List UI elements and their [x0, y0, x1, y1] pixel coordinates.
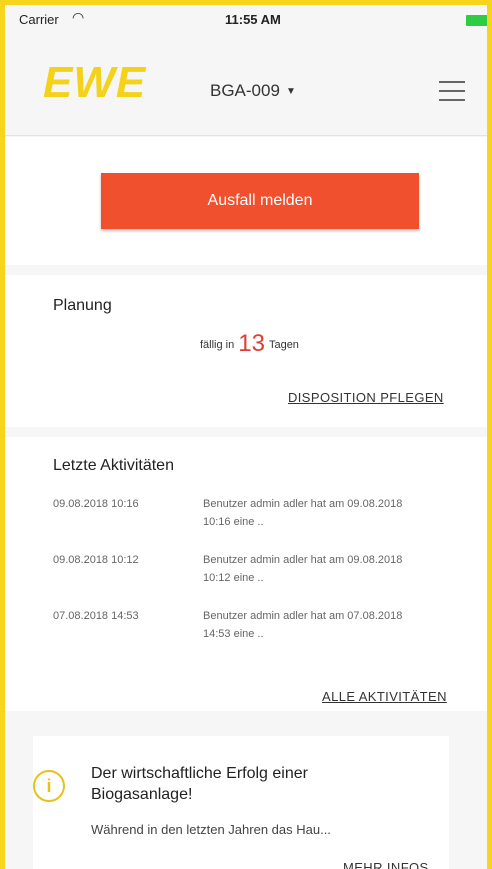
activity-date: 07.08.2018 14:53	[53, 610, 139, 622]
info-card[interactable]: i Der wirtschaftliche Erfolg einer Bioga…	[33, 736, 449, 869]
caret-down-icon: ▼	[285, 86, 296, 97]
device-selector[interactable]: BGA-009 ▼	[210, 81, 296, 101]
due-suffix: Tagen	[268, 339, 299, 351]
due-prefix: fällig in	[200, 339, 235, 351]
info-title: Der wirtschaftliche Erfolg einer Biogasa…	[91, 765, 308, 803]
activity-text[interactable]: Benutzer admin adler hat am 09.08.2018 1…	[203, 495, 413, 531]
wifi-icon: ◠	[72, 9, 85, 25]
report-failure-button[interactable]: Ausfall melden	[101, 173, 419, 229]
status-time: 11:55 AM	[225, 12, 281, 27]
all-activities-link[interactable]: ALLE AKTIVITÄTEN	[322, 689, 447, 704]
activity-text[interactable]: Benutzer admin adler hat am 09.08.2018 1…	[203, 551, 413, 587]
carrier-label: Carrier	[19, 12, 59, 27]
info-text: Während in den letzten Jahren das Hau...	[91, 822, 331, 837]
due-indicator: fällig in 13 Tagen	[200, 330, 299, 358]
status-bar: Carrier ◠ 11:55 AM	[5, 5, 487, 33]
app-header: EWE BGA-009 ▼	[5, 33, 487, 136]
report-section: Ausfall melden	[5, 137, 487, 265]
device-selector-label: BGA-009	[210, 81, 280, 100]
info-icon: i	[33, 770, 65, 802]
activity-text[interactable]: Benutzer admin adler hat am 07.08.2018 1…	[203, 607, 413, 643]
activities-card: Letzte Aktivitäten 09.08.2018 10:16 Benu…	[5, 437, 487, 711]
due-days: 13	[238, 330, 265, 357]
more-info-link[interactable]: MEHR INFOS	[343, 860, 429, 869]
battery-icon	[466, 15, 487, 26]
app-frame: Carrier ◠ 11:55 AM EWE BGA-009 ▼ Ausfall …	[0, 0, 492, 869]
activity-date: 09.08.2018 10:12	[53, 554, 139, 566]
planning-title: Planung	[53, 297, 112, 314]
planning-card: Planung fällig in 13 Tagen DISPOSITION PFL…	[5, 275, 487, 427]
activity-date: 09.08.2018 10:16	[53, 498, 139, 510]
ewe-logo: EWE	[43, 58, 147, 107]
disposition-link[interactable]: DISPOSITION PFLEGEN	[288, 390, 444, 405]
hamburger-menu-icon[interactable]	[439, 81, 465, 108]
activities-title: Letzte Aktivitäten	[53, 457, 174, 474]
